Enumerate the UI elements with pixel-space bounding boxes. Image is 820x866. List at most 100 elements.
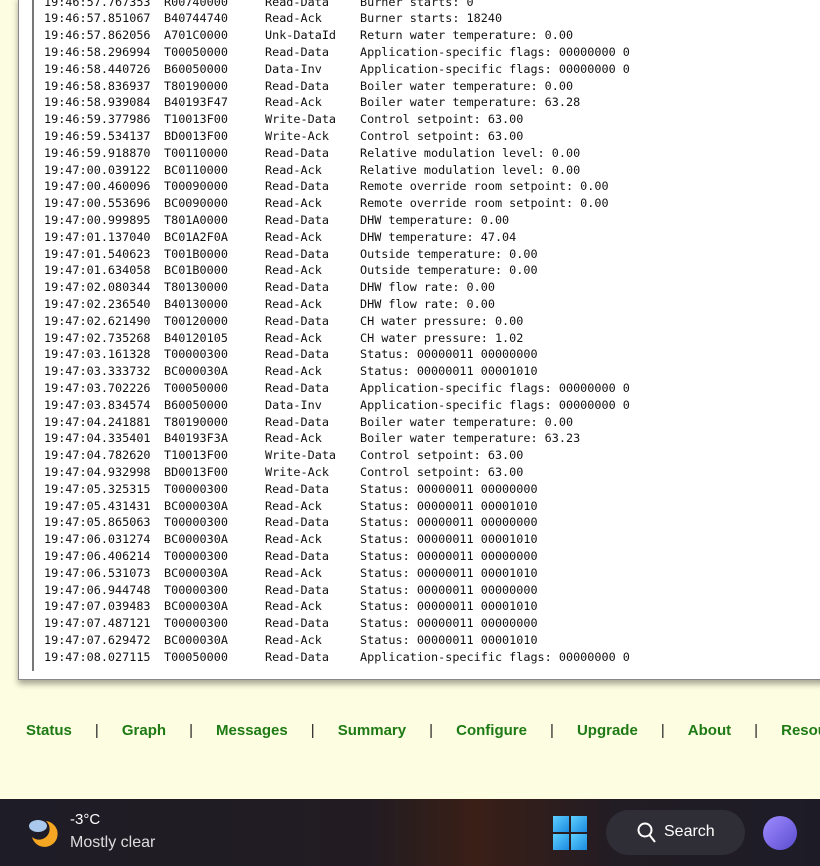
message-type: Read-Ack xyxy=(265,296,322,311)
search-button[interactable]: Search xyxy=(606,810,745,855)
message-code: T10013F00 xyxy=(164,448,228,463)
message-description: Control setpoint: 63.00 xyxy=(360,128,524,143)
message-code: BC0090000 xyxy=(164,196,228,211)
message-code: BC000030A xyxy=(164,532,228,547)
message-type: Read-Ack xyxy=(265,95,322,110)
weather-desc[interactable]: Mostly clear xyxy=(70,834,155,852)
message-description: Remote override room setpoint: 0.00 xyxy=(360,179,609,194)
message-description: Relative modulation level: 0.00 xyxy=(360,145,581,160)
message-type: Read-Data xyxy=(265,582,329,597)
message-description: Status: 00000011 00000000 xyxy=(360,481,538,496)
message-type: Read-Data xyxy=(265,347,329,362)
nav-separator: | xyxy=(550,722,554,739)
timestamp: 19:47:07.629472 xyxy=(44,632,151,647)
timestamp: 19:47:00.460096 xyxy=(44,179,151,194)
message-description: Remote override room setpoint: 0.00 xyxy=(360,196,609,211)
message-type: Read-Data xyxy=(265,145,329,160)
message-code: BC01A2F0A xyxy=(164,229,228,244)
message-code: T00000300 xyxy=(164,582,228,597)
timestamp: 19:46:57.851067 xyxy=(44,11,151,26)
timestamp: 19:46:59.534137 xyxy=(44,128,151,143)
timestamp: 19:47:00.553696 xyxy=(44,196,151,211)
timestamp: 19:47:04.932998 xyxy=(44,464,151,479)
nav-separator: | xyxy=(189,722,193,739)
message-type: Write-Data xyxy=(265,448,337,463)
nav-link-messages[interactable]: Messages xyxy=(216,722,288,739)
search-icon xyxy=(637,822,656,843)
moon-cloud-icon[interactable] xyxy=(26,815,60,849)
message-code: B40193F47 xyxy=(164,95,228,110)
message-description: Status: 00000011 00001010 xyxy=(360,565,538,580)
message-code: T00110000 xyxy=(164,145,228,160)
nav-link-upgrade[interactable]: Upgrade xyxy=(577,722,638,739)
message-code: T00090000 xyxy=(164,179,228,194)
message-log[interactable]: 19:46:57.767353 R00740000 Read-Data Burner … xyxy=(18,0,820,680)
nav-link-about[interactable]: About xyxy=(688,722,731,739)
message-type: Read-Data xyxy=(265,515,329,530)
message-description: DHW temperature: 47.04 xyxy=(360,229,517,244)
timestamp: 19:46:58.440726 xyxy=(44,61,151,76)
timestamp: 19:47:03.161328 xyxy=(44,347,151,362)
nav-separator: | xyxy=(310,722,315,739)
timestamp: 19:47:08.027115 xyxy=(44,649,151,664)
message-code: BC01B0000 xyxy=(164,263,228,278)
message-description: Status: 00000011 00001010 xyxy=(360,632,538,647)
message-type: Read-Ack xyxy=(265,229,322,244)
nav-link-status[interactable]: Status xyxy=(26,722,72,739)
message-code: T00000300 xyxy=(164,481,228,496)
message-description: DHW temperature: 0.00 xyxy=(360,212,510,227)
message-description: DHW flow rate: 0.00 xyxy=(360,280,495,295)
message-description: Status: 00000011 00000000 xyxy=(360,347,538,362)
message-code: BC000030A xyxy=(164,632,228,647)
message-description: Outside temperature: 0.00 xyxy=(360,246,538,261)
message-code: T00000300 xyxy=(164,347,228,362)
timestamp: 19:46:58.939084 xyxy=(44,95,151,110)
message-description: Status: 00000011 00000000 xyxy=(360,515,538,530)
message-type: Read-Ack xyxy=(265,196,322,211)
message-description: Relative modulation level: 0.00 xyxy=(360,162,581,177)
message-code: T80190000 xyxy=(164,414,228,429)
message-description: Status: 00000011 00001010 xyxy=(360,532,538,547)
message-description: Burner starts: 0 xyxy=(360,0,474,9)
message-description: Application-specific flags: 00000000 0 xyxy=(360,61,630,76)
message-type: Read-Ack xyxy=(265,263,322,278)
nav-link-configure[interactable]: Configure xyxy=(456,722,527,739)
message-type: Read-Data xyxy=(265,212,329,227)
message-code: T801A0000 xyxy=(164,212,228,227)
nav-link-summary[interactable]: Summary xyxy=(338,722,406,739)
timestamp: 19:47:06.531073 xyxy=(44,565,151,580)
timestamp: 19:46:57.767353 xyxy=(44,0,151,9)
timestamp: 19:47:07.487121 xyxy=(44,616,151,631)
message-code: BC000030A xyxy=(164,498,228,513)
message-description: Burner starts: 18240 xyxy=(360,11,503,26)
message-code: BC0110000 xyxy=(164,162,228,177)
timestamp: 19:47:01.634058 xyxy=(44,263,151,278)
meet-icon[interactable] xyxy=(763,816,797,850)
message-description: Boiler water temperature: 63.28 xyxy=(360,95,581,110)
timestamp: 19:47:01.137040 xyxy=(44,229,151,244)
message-type: Read-Data xyxy=(265,649,329,664)
weather-temp[interactable]: -3°C xyxy=(70,811,100,828)
timestamp: 19:47:02.621490 xyxy=(44,313,151,328)
message-code: B40120105 xyxy=(164,330,228,345)
message-code: R00740000 xyxy=(164,0,228,9)
timestamp: 19:46:58.296994 xyxy=(44,44,151,59)
message-code: T00000300 xyxy=(164,515,228,530)
message-description: Control setpoint: 63.00 xyxy=(360,448,524,463)
message-description: Return water temperature: 0.00 xyxy=(360,28,574,43)
message-type: Write-Data xyxy=(265,112,337,127)
message-description: Boiler water temperature: 63.23 xyxy=(360,431,581,446)
timestamp: 19:47:05.865063 xyxy=(44,515,151,530)
message-type: Read-Ack xyxy=(265,162,322,177)
timestamp: 19:46:59.377986 xyxy=(44,112,151,127)
nav-separator: | xyxy=(660,722,665,739)
timestamp: 19:47:03.834574 xyxy=(44,397,151,412)
nav-link-resources[interactable]: Resources xyxy=(781,722,820,739)
timestamp: 19:47:05.431431 xyxy=(44,498,151,513)
message-code: T80190000 xyxy=(164,78,228,93)
windows-start-icon[interactable] xyxy=(553,816,587,850)
nav-link-graph[interactable]: Graph xyxy=(122,722,166,739)
message-code: T00050000 xyxy=(164,44,228,59)
message-description: CH water pressure: 0.00 xyxy=(360,313,524,328)
timestamp: 19:46:59.918870 xyxy=(44,145,151,160)
